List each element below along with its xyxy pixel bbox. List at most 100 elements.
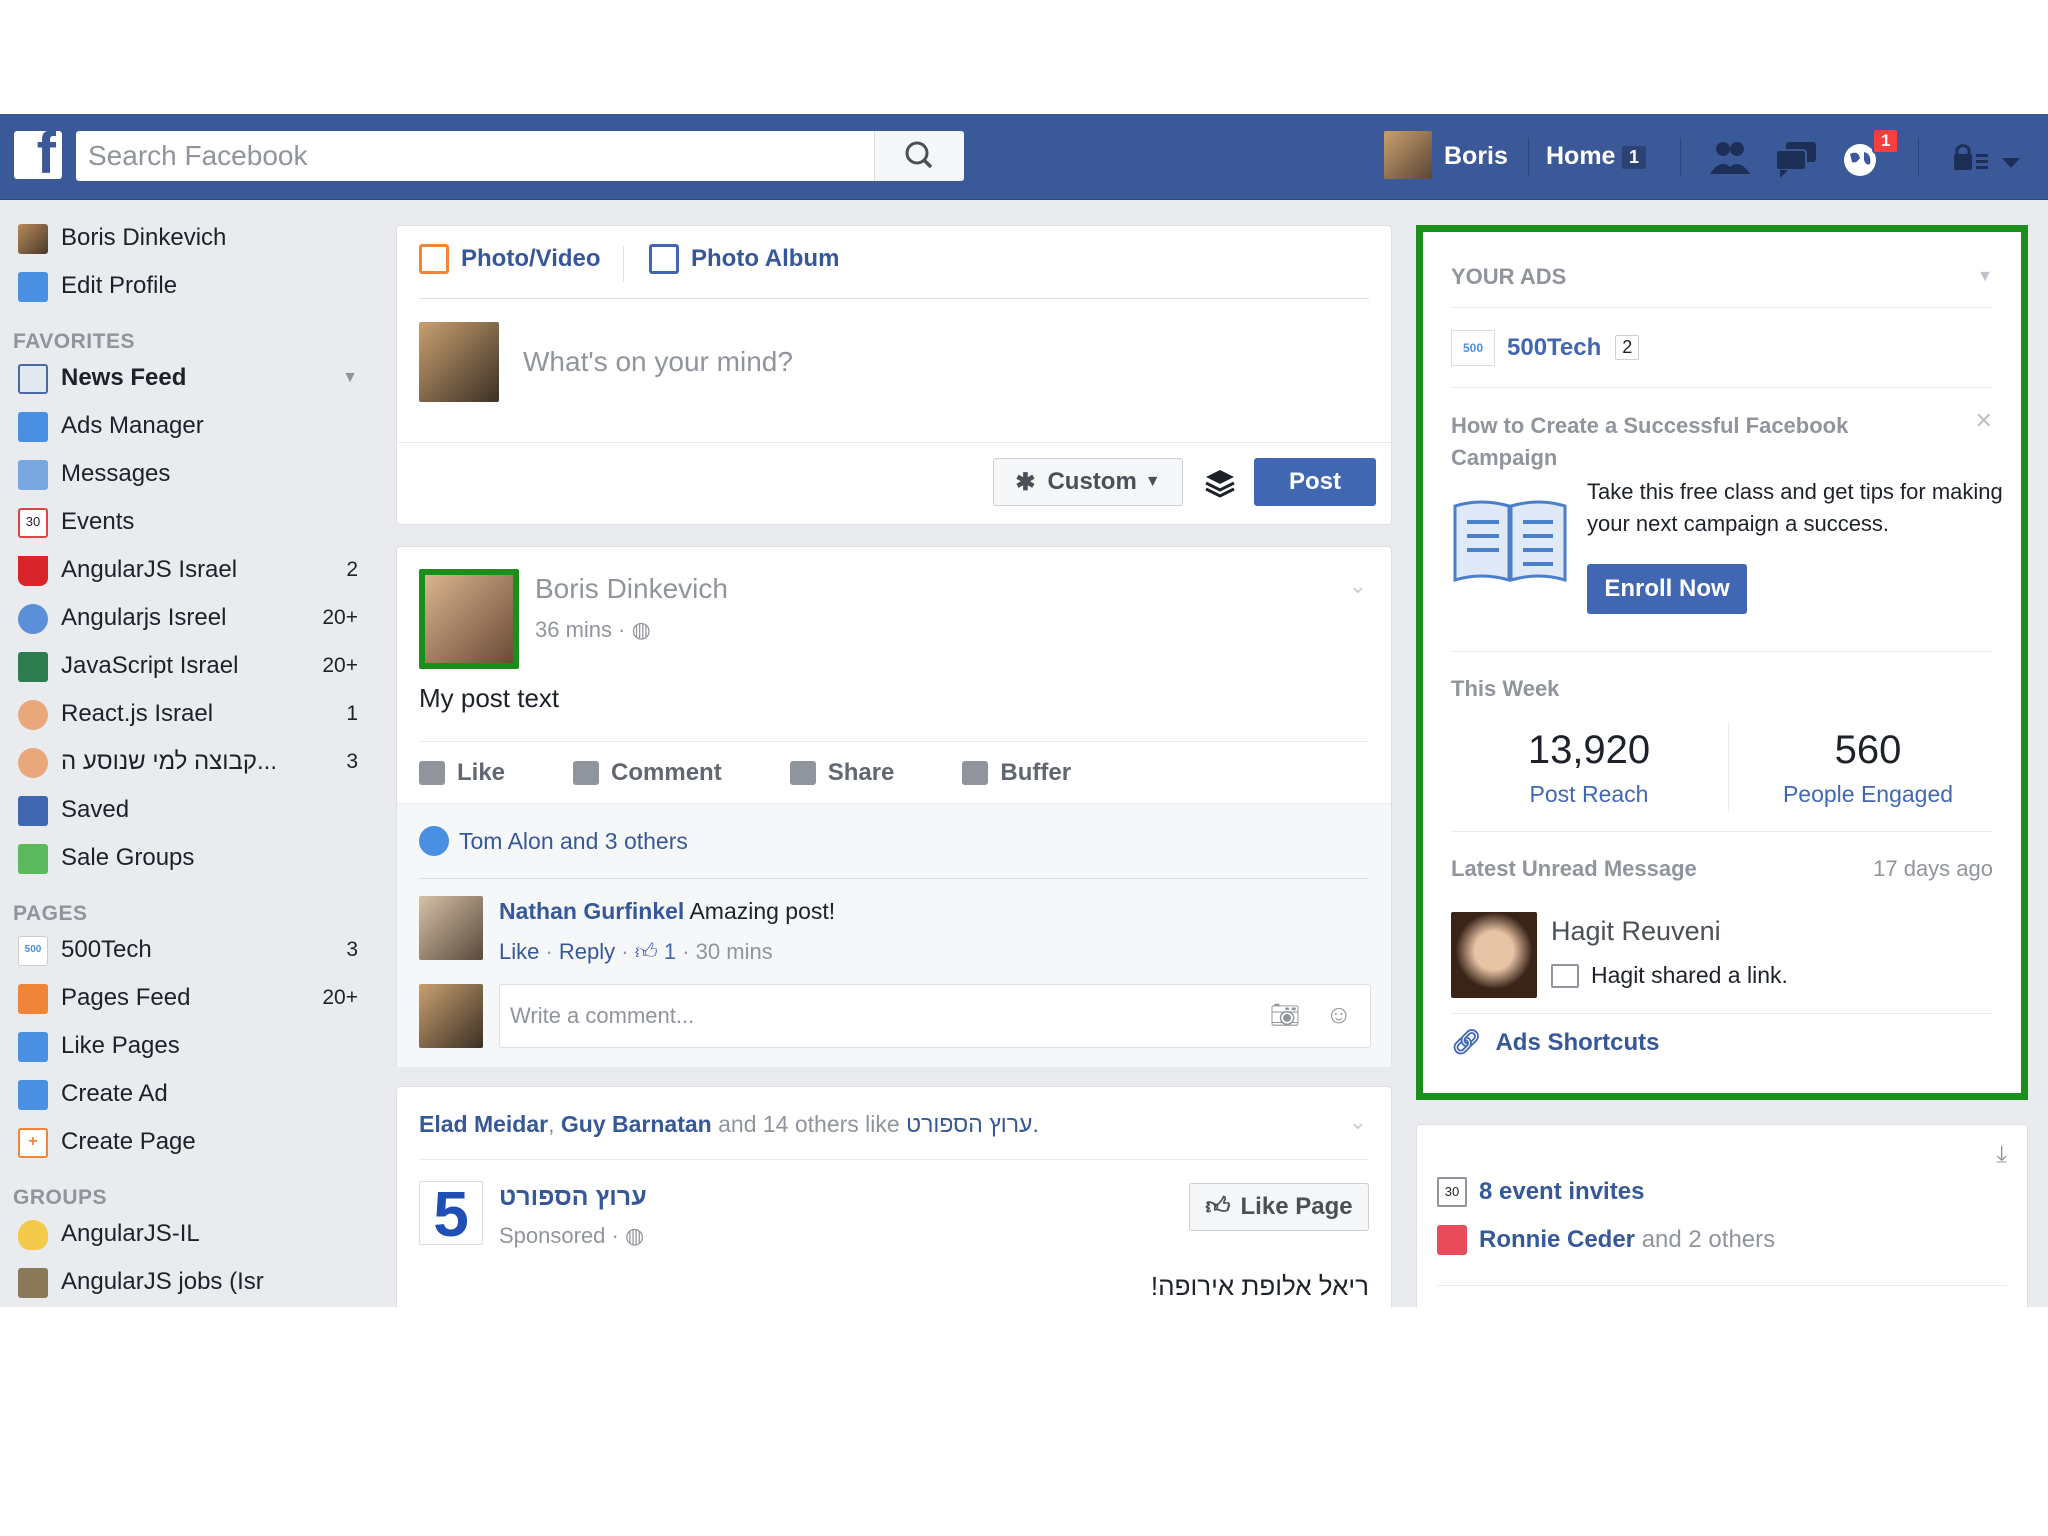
buffer-icon (1205, 470, 1235, 498)
buffer-button[interactable] (1203, 466, 1237, 500)
settings-menu-button[interactable] (1948, 136, 2028, 180)
message-preview[interactable]: Hagit shared a link. (1551, 962, 1788, 989)
share-button[interactable]: Share (789, 759, 894, 787)
liker-link[interactable]: Elad Meidar (419, 1111, 548, 1137)
messages-button[interactable] (1772, 136, 1820, 180)
facebook-window: f Boris Home 1 1 Boris Dinkevich Edit (0, 114, 2048, 1307)
social-context: Elad Meidar, Guy Barnatan and 14 others … (419, 1111, 1039, 1137)
like-reaction-icon (419, 826, 449, 856)
link-text: Ads Shortcuts (1495, 1028, 1660, 1056)
post-reach-stat[interactable]: 13,920 Post Reach (1451, 728, 1727, 808)
download-icon[interactable]: ⤓ (1996, 1141, 2007, 1169)
comment-like-link[interactable]: Like (499, 939, 539, 964)
sidebar-item-group[interactable]: Angularjs Isreel 20+ (0, 594, 380, 642)
sidebar-item-ads-manager[interactable]: Ads Manager (0, 402, 380, 450)
bar-chart-icon (18, 412, 48, 442)
emoji-icon[interactable]: ☺ (1325, 999, 1352, 1030)
people-engaged-stat[interactable]: 560 People Engaged (1729, 728, 2007, 808)
sidebar-item-profile[interactable]: Boris Dinkevich (0, 214, 380, 262)
camera-icon[interactable]: 📷︎ (1270, 1001, 1300, 1030)
photo-icon (419, 244, 449, 274)
friend-requests-button[interactable] (1706, 136, 1754, 180)
count-badge: 3 (346, 938, 358, 961)
timestamp: 30 mins (695, 939, 773, 964)
sidebar-item-group[interactable]: AngularJS Israel 2 (0, 546, 380, 594)
sidebar-item-group[interactable]: JavaScript Israel 20+ (0, 642, 380, 690)
event-invites-link[interactable]: 30 8 event invites (1437, 1177, 1644, 1207)
sidebar-item-label: Edit Profile (61, 272, 178, 299)
stat-value: 13,920 (1527, 728, 1651, 772)
sender-name[interactable]: Hagit Reuveni (1551, 916, 1721, 947)
buffer-button[interactable]: Buffer (962, 759, 1071, 787)
page-link[interactable]: ערוץ הספורט. (906, 1111, 1039, 1137)
search-input[interactable] (76, 131, 872, 181)
avatar[interactable] (419, 569, 519, 669)
birthdays-row[interactable]: Ronnie Ceder and 2 others (1437, 1225, 1775, 1255)
ad-page-row[interactable]: 500 500Tech 2 (1451, 308, 1993, 388)
ads-shortcuts-link[interactable]: 🔗︎ Ads Shortcuts (1451, 1028, 1659, 1057)
avatar[interactable] (1451, 912, 1537, 998)
sidebar-item-group[interactable]: AngularJS jobs (Isr (0, 1258, 380, 1306)
comment-body: Nathan Gurfinkel Amazing post! (499, 898, 835, 925)
ad-promo: How to Create a Successful Facebook Camp… (1451, 388, 2003, 652)
like-page-button[interactable]: 👍︎ Like Page (1189, 1183, 1369, 1231)
stat-label: People Engaged (1782, 781, 1954, 807)
sidebar-item-messages[interactable]: Messages (0, 450, 380, 498)
divider (419, 1159, 1369, 1160)
post-author[interactable]: Boris Dinkevich (535, 573, 728, 605)
chevron-down-icon[interactable]: ▼ (1977, 268, 1993, 286)
sidebar-item-label: Ads Manager (61, 412, 204, 439)
user-avatar[interactable] (1384, 131, 1432, 179)
chevron-down-icon[interactable]: ⌄ (1349, 1109, 1367, 1135)
chevron-down-icon[interactable]: ▼ (342, 369, 358, 387)
facebook-logo[interactable]: f (14, 125, 62, 183)
comment-input[interactable]: Write a comment... 📷︎ ☺ (499, 984, 1371, 1048)
sponsored-post: Elad Meidar, Guy Barnatan and 14 others … (396, 1086, 1392, 1307)
likes-summary[interactable]: Tom Alon and 3 others (419, 826, 688, 856)
chevron-down-icon[interactable]: ⌄ (1349, 573, 1367, 599)
sidebar-item-news-feed[interactable]: News Feed ▼ (0, 354, 380, 402)
comment-like-count: 1 (663, 939, 677, 964)
home-link[interactable]: Home (1546, 142, 1615, 171)
sidebar-item-group[interactable]: React.js Israel 1 (0, 690, 380, 738)
enroll-now-button[interactable]: Enroll Now (1587, 564, 1747, 614)
comment-author[interactable]: Nathan Gurfinkel (499, 898, 684, 924)
avatar[interactable] (419, 896, 483, 960)
sidebar-item-group[interactable]: קבוצה למי שנוסע ה... 3 (0, 738, 380, 786)
comment-reply-link[interactable]: Reply (559, 939, 615, 964)
post-time[interactable]: 36 mins · ◍ (535, 617, 651, 643)
sport5-logo[interactable]: 5 (419, 1181, 483, 1245)
divider (419, 878, 1369, 879)
profile-link[interactable]: Boris (1444, 142, 1508, 171)
page-name[interactable]: 500Tech (1507, 334, 1601, 362)
like-button[interactable]: Like (419, 759, 505, 787)
sidebar-item-create-page[interactable]: + Create Page (0, 1118, 380, 1166)
sidebar-item-like-pages[interactable]: Like Pages (0, 1022, 380, 1070)
sidebar-item-saved[interactable]: Saved (0, 786, 380, 834)
status-input[interactable]: What's on your mind? (523, 346, 793, 378)
sidebar-item-edit-profile[interactable]: Edit Profile (0, 262, 380, 310)
sidebar-item-page[interactable]: 500 500Tech 3 (0, 926, 380, 974)
comment-button[interactable]: Comment (573, 759, 722, 787)
sidebar-item-label: Sale Groups (61, 844, 195, 871)
500tech-logo-icon: 500 (18, 936, 48, 966)
search-box (76, 131, 964, 181)
sidebar-item-events[interactable]: 30 Events (0, 498, 380, 546)
divider (1528, 138, 1529, 176)
stats-title: This Week (1451, 676, 1560, 701)
sidebar-item-group[interactable]: AngularJS-IL (0, 1210, 380, 1258)
post-button[interactable]: Post (1254, 458, 1376, 506)
sidebar-item-create-ad[interactable]: Create Ad (0, 1070, 380, 1118)
tab-label: Photo Album (691, 245, 840, 272)
sponsored-label: Sponsored · ◍ (499, 1223, 645, 1248)
sidebar-item-sale-groups[interactable]: Sale Groups (0, 834, 380, 882)
close-icon[interactable]: ✕ (1975, 408, 1993, 434)
birthday-name[interactable]: Ronnie Ceder (1479, 1226, 1635, 1254)
audience-selector[interactable]: ✱ Custom ▼ (993, 458, 1183, 506)
tab-photo-video[interactable]: Photo/Video (419, 244, 601, 274)
sidebar-item-pages-feed[interactable]: Pages Feed 20+ (0, 974, 380, 1022)
liker-link[interactable]: Guy Barnatan (561, 1111, 712, 1137)
page-name[interactable]: ערוץ הספורט (499, 1183, 647, 1212)
search-button[interactable] (874, 131, 964, 181)
tab-photo-album[interactable]: Photo Album (649, 244, 839, 274)
